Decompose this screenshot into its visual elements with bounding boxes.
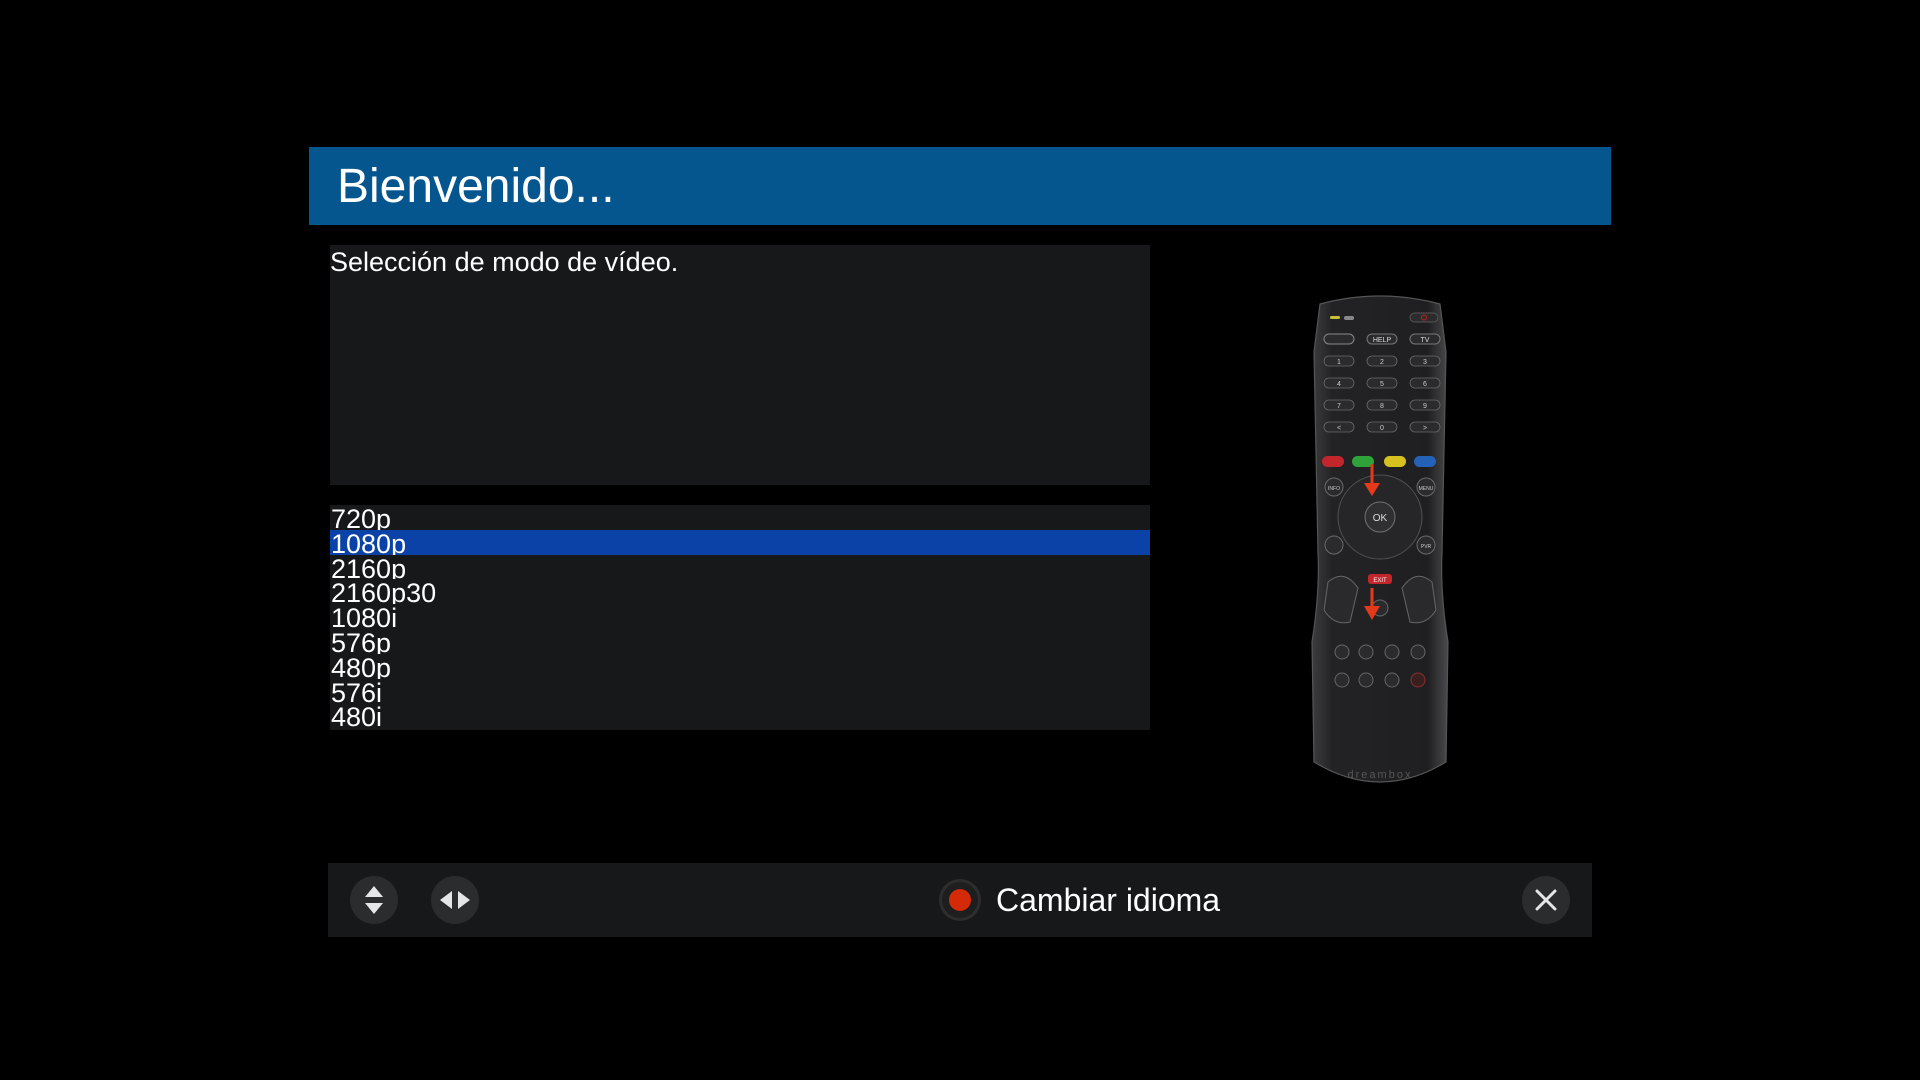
red-button-icon[interactable] — [939, 879, 981, 921]
remote-key-label: 0 — [1380, 425, 1384, 432]
svg-text:dreambox: dreambox — [1348, 769, 1413, 781]
remote-control-icon: HELP TV 1 2 3 4 5 6 7 8 9 < 0 > OK INFO MENU PVR EX… — [1311, 295, 1449, 783]
remote-control-image: HELP TV 1 2 3 4 5 6 7 8 9 <0 > OK INFO MENU PVR EX… — [1300, 292, 1460, 798]
remote-key-label: 6 — [1423, 381, 1427, 388]
remote-key-label: 2 — [1380, 359, 1384, 366]
svg-text:INFO: INFO — [1328, 486, 1340, 492]
remote-key-label: 5 — [1380, 381, 1384, 388]
close-icon[interactable] — [1522, 876, 1570, 924]
list-item[interactable]: 720p — [330, 505, 1150, 530]
svg-text:PVR: PVR — [1421, 544, 1432, 550]
svg-text:HELP: HELP — [1373, 337, 1392, 344]
list-item[interactable]: 480p — [330, 654, 1150, 679]
description-text: Selección de modo de vídeo. — [330, 247, 679, 277]
list-item-selected[interactable]: 1080p — [330, 529, 1150, 555]
remote-key-label: 8 — [1380, 403, 1384, 410]
description-panel: Selección de modo de vídeo. — [330, 245, 1150, 485]
page-title: Bienvenido... — [337, 159, 615, 213]
up-down-arrows-icon[interactable] — [350, 876, 398, 924]
remote-key-label: 4 — [1337, 381, 1341, 388]
video-mode-list[interactable]: 720p 1080p 2160p 2160p30 1080i 576p 480p… — [330, 505, 1150, 730]
left-right-arrows-icon[interactable] — [431, 876, 479, 924]
title-bar: Bienvenido... — [309, 147, 1611, 225]
remote-key-label: 9 — [1423, 403, 1427, 410]
list-item[interactable]: 576p — [330, 629, 1150, 654]
list-item[interactable]: 480i — [330, 703, 1150, 728]
svg-text:TV: TV — [1421, 337, 1430, 344]
bottom-button-bar: Cambiar idioma — [328, 863, 1592, 937]
remote-key-label: 7 — [1337, 403, 1341, 410]
remote-key-label: 1 — [1337, 359, 1341, 366]
remote-key-label: > — [1423, 425, 1427, 432]
remote-key-label: 3 — [1423, 359, 1427, 366]
red-dot — [949, 889, 971, 911]
svg-text:OK: OK — [1373, 513, 1388, 524]
list-item[interactable]: 2160p30 — [330, 579, 1150, 605]
svg-text:EXIT: EXIT — [1373, 578, 1387, 584]
remote-key-label: < — [1337, 425, 1341, 432]
change-language-label[interactable]: Cambiar idioma — [996, 863, 1220, 937]
list-item[interactable]: 2160p — [330, 555, 1150, 580]
list-item[interactable]: 576i — [330, 679, 1150, 704]
list-item[interactable]: 1080i — [330, 604, 1150, 629]
svg-text:MENU: MENU — [1419, 486, 1434, 492]
